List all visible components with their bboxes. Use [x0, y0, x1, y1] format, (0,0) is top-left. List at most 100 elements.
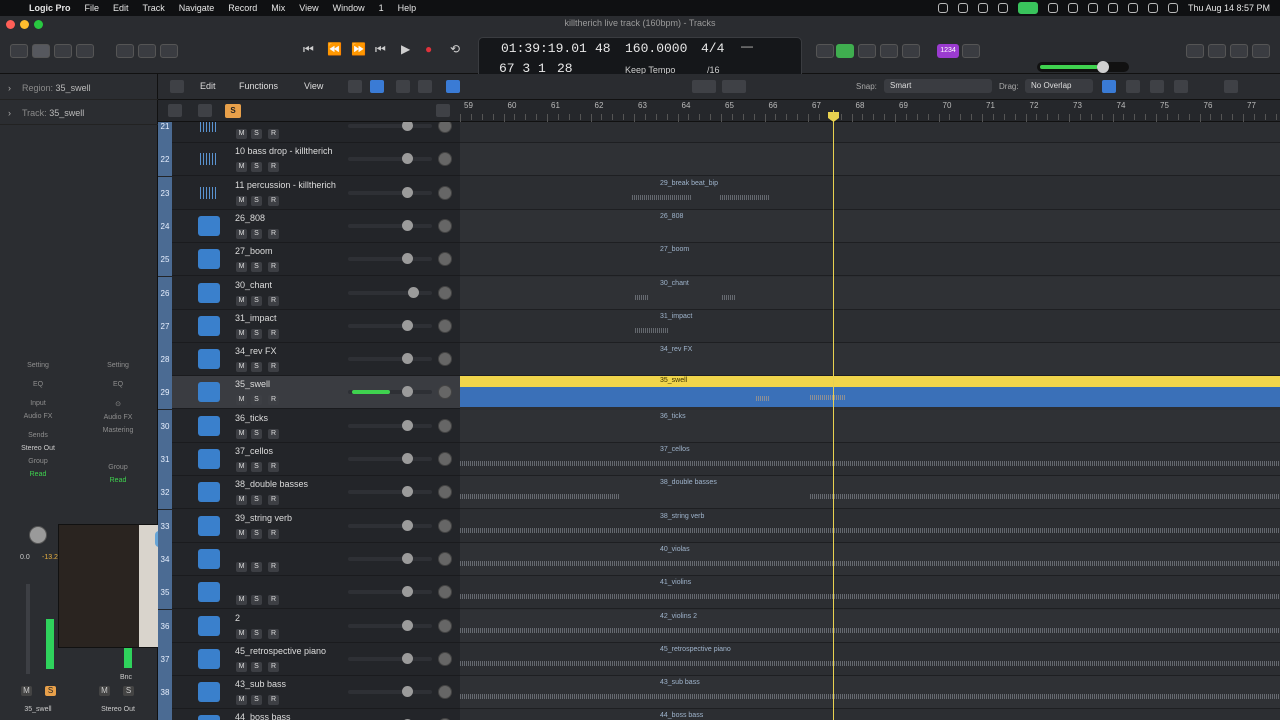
track-volume-fader[interactable]	[348, 122, 432, 131]
solo-button[interactable]	[880, 44, 898, 58]
track-volume-fader[interactable]	[348, 419, 432, 431]
fader-knob[interactable]	[402, 519, 413, 531]
track-lane[interactable]: 42_violins 2	[460, 609, 1280, 643]
wifi-icon[interactable]	[1107, 3, 1118, 13]
record-enable-button[interactable]: R	[268, 528, 279, 539]
track-volume-fader[interactable]	[348, 386, 432, 398]
fast-forward-icon[interactable]: ⏩	[351, 42, 366, 56]
mute-button[interactable]: M	[236, 628, 247, 639]
solo-button[interactable]: S	[251, 595, 262, 606]
track-volume-fader[interactable]	[348, 552, 432, 564]
eq-button[interactable]: EQ	[86, 381, 150, 388]
track-volume-fader[interactable]	[348, 153, 432, 165]
play-icon[interactable]: ▶	[401, 42, 410, 56]
status-icon[interactable]	[1047, 3, 1058, 13]
track-name[interactable]: 44_boss bass	[235, 712, 291, 720]
track-type-icon[interactable]	[198, 548, 220, 569]
mute-button[interactable]: M	[21, 686, 32, 696]
track-lane[interactable]: 26_808	[460, 209, 1280, 243]
count-in-button[interactable]: 1234	[937, 44, 959, 58]
fader-knob[interactable]	[402, 486, 413, 498]
track-header[interactable]: 26 30_chant M S R	[158, 276, 460, 310]
toolbar-button[interactable]	[76, 44, 94, 58]
track-header[interactable]: 38 43_sub bass M S R	[158, 676, 460, 710]
list-icon[interactable]	[1186, 44, 1204, 58]
pan-knob[interactable]	[438, 122, 452, 133]
menu-file[interactable]: File	[78, 3, 107, 13]
track-lane[interactable]: 43_sub bass	[460, 676, 1280, 710]
mastering-slot[interactable]: Mastering	[86, 427, 150, 434]
solo-button[interactable]: S	[251, 328, 262, 339]
track-volume-fader[interactable]	[348, 652, 432, 664]
region-name[interactable]: 34_rev FX	[660, 346, 692, 353]
track-volume-fader[interactable]	[348, 286, 432, 298]
track-type-icon[interactable]	[198, 515, 220, 536]
track-type-icon[interactable]	[198, 582, 220, 603]
track-name[interactable]: 45_retrospective piano	[235, 646, 326, 656]
solo-button[interactable]: S	[251, 195, 262, 206]
region-name[interactable]: 29_break beat_bip	[660, 180, 718, 187]
tuner-button[interactable]	[858, 44, 876, 58]
fader-knob[interactable]	[402, 619, 413, 631]
track-header[interactable]: 23 11 percussion - killtherich M S R	[158, 176, 460, 210]
track-name[interactable]: 38_double basses	[235, 479, 308, 489]
region-name[interactable]: 44_boss bass	[660, 712, 703, 719]
group-slot[interactable]: Group	[6, 458, 70, 465]
pan-knob[interactable]	[438, 185, 452, 200]
pan-knob[interactable]	[438, 252, 452, 267]
fader-knob[interactable]	[402, 186, 413, 198]
control-center-icon[interactable]	[1147, 3, 1158, 13]
bar-ruler[interactable]: 59 60 61 62 63 64 65 66 67 68 69 70 71 72 73 74 75 76 77	[460, 100, 1280, 122]
track-type-icon[interactable]	[198, 615, 220, 636]
mute-button[interactable]: M	[236, 695, 247, 706]
track-header[interactable]: 32 38_double basses M S R	[158, 476, 460, 510]
region-name[interactable]: 38_double basses	[660, 479, 717, 486]
eq-button[interactable]: EQ	[6, 381, 70, 388]
track-header[interactable]: 3944_boss bassMSR	[158, 709, 460, 720]
track-lane[interactable]	[460, 143, 1280, 177]
pan-knob[interactable]	[438, 618, 452, 633]
smart-controls-button[interactable]	[116, 44, 134, 58]
track-lane[interactable]	[460, 122, 1280, 143]
record-enable-button[interactable]: R	[268, 595, 279, 606]
camera-icon[interactable]	[1017, 2, 1038, 14]
master-volume-knob[interactable]	[1097, 61, 1109, 73]
audio-fx-slot[interactable]: Audio FX	[86, 414, 150, 421]
mute-button[interactable]: M	[236, 195, 247, 206]
track-name[interactable]: 27_boom	[235, 246, 273, 256]
go-to-start-icon[interactable]: ⏮	[303, 42, 314, 57]
fader-knob[interactable]	[402, 253, 413, 265]
track-inspector-header[interactable]: › Track: 35_swell	[0, 101, 158, 125]
horizontal-zoom-icon[interactable]	[1224, 80, 1238, 93]
mute-button[interactable]: M	[236, 428, 247, 439]
cycle-icon[interactable]: ⟲	[450, 42, 460, 56]
solo-button[interactable]: S	[251, 561, 262, 572]
solo-button[interactable]: S	[251, 661, 262, 672]
fader-knob[interactable]	[402, 353, 413, 365]
solo-button[interactable]: S	[251, 495, 262, 506]
region-name[interactable]: 26_808	[660, 213, 683, 220]
menu-track[interactable]: Track	[136, 3, 172, 13]
menu-window[interactable]: Window	[326, 3, 372, 13]
region-name[interactable]: 27_boom	[660, 246, 689, 253]
region-name[interactable]: 42_violins 2	[660, 613, 697, 620]
loops-icon[interactable]	[1230, 44, 1248, 58]
mute-button[interactable]: M	[236, 395, 247, 406]
inspector-button[interactable]	[32, 44, 50, 58]
track-header[interactable]: 31 37_cellos M S R	[158, 443, 460, 476]
fader-knob[interactable]	[402, 386, 413, 398]
region-name[interactable]: 38_string verb	[660, 513, 704, 520]
track-volume-fader[interactable]	[348, 619, 432, 631]
track-type-icon[interactable]	[198, 715, 220, 720]
dropbox-icon[interactable]	[977, 3, 988, 13]
track-type-icon[interactable]	[198, 482, 220, 503]
track-lane[interactable]: 36_ticks	[460, 409, 1280, 443]
track-lane[interactable]: 34_rev FX	[460, 343, 1280, 377]
drag-dropdown[interactable]: No Overlap	[1025, 79, 1093, 93]
track-name[interactable]: 26_808	[235, 213, 265, 223]
mute-button[interactable]: M	[236, 595, 247, 606]
solo-button[interactable]: S	[251, 428, 262, 439]
view-menu[interactable]: View	[304, 81, 323, 91]
arrange-area[interactable]: 29_break beat_bip 26_808 27_boom 30_chant 31…	[460, 122, 1280, 720]
search-icon[interactable]	[1127, 3, 1138, 13]
